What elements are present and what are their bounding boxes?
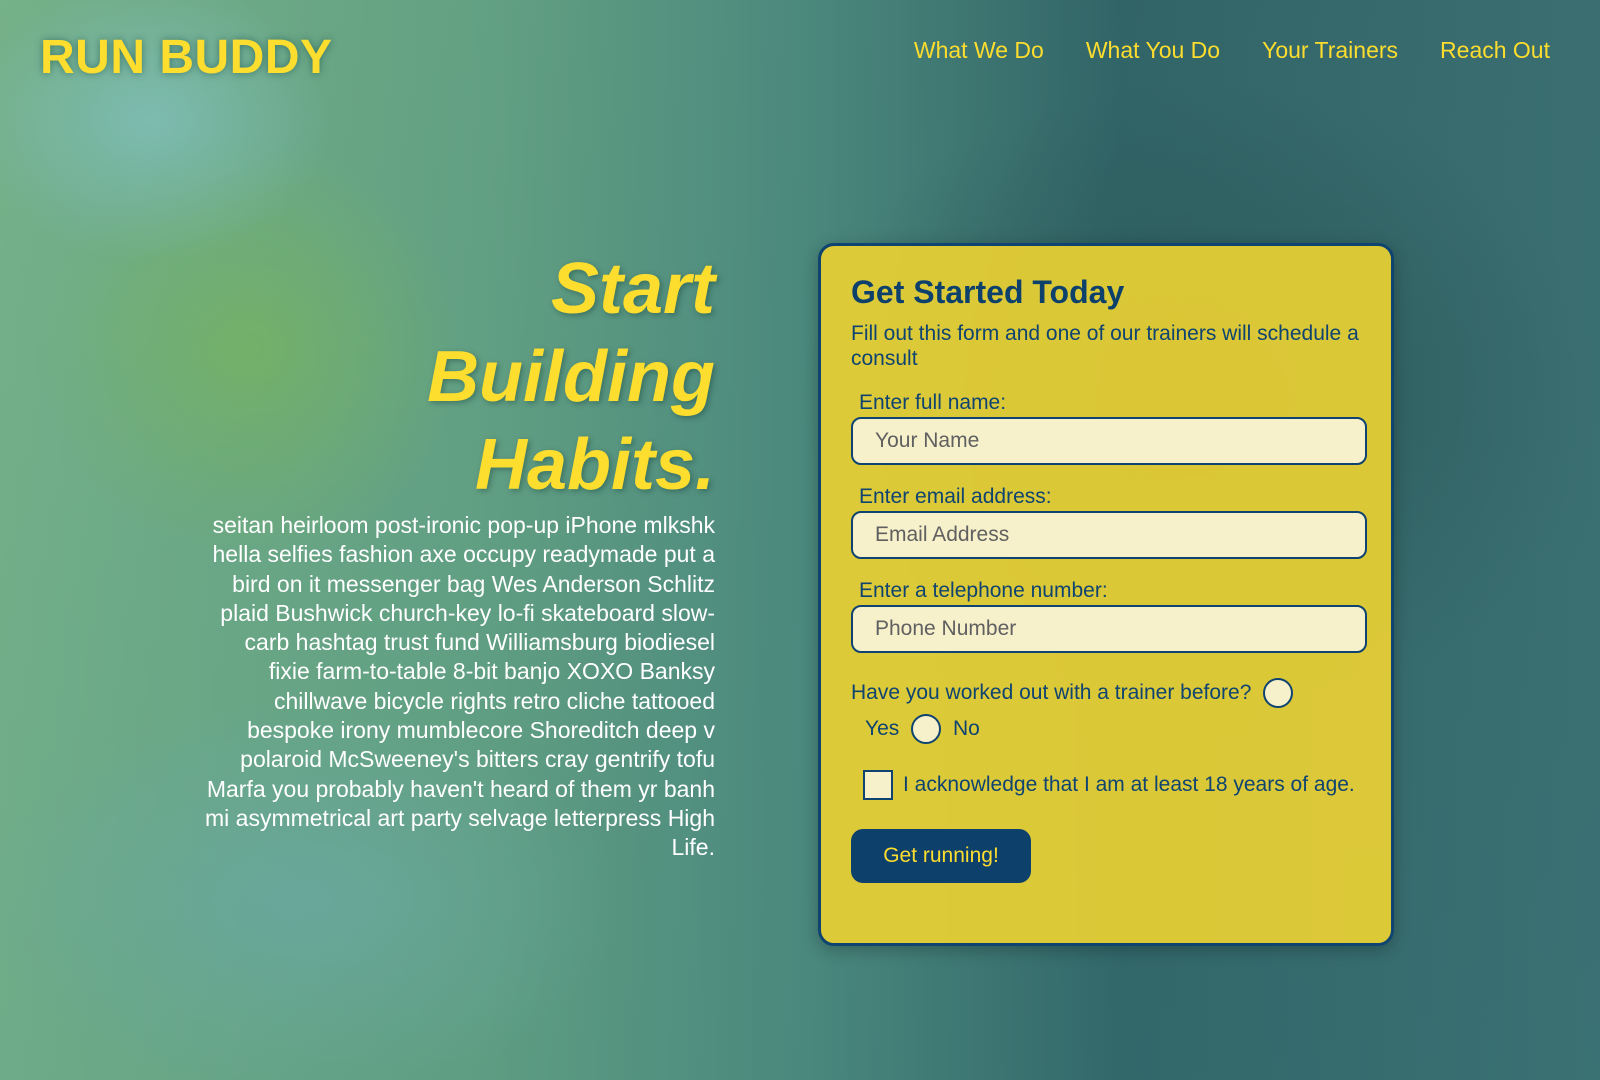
logo[interactable]: RUN BUDDY [40,30,333,85]
nav-what-we-do[interactable]: What We Do [914,37,1044,64]
phone-input[interactable] [851,605,1367,653]
nav-what-you-do[interactable]: What You Do [1086,37,1220,64]
hero-title-line: Start [550,249,715,329]
hero-body-text: seitan heirloom post-ironic pop-up iPhon… [205,512,715,861]
age-ack-row: I acknowledge that I am at least 18 year… [863,767,1361,803]
nav-reach-out[interactable]: Reach Out [1440,37,1550,64]
hero-title-line: Building [427,337,715,417]
form-subtitle: Fill out this form and one of our traine… [851,322,1359,370]
site-header: RUN BUDDY What We Do What You Do Your Tr… [0,0,1600,110]
age-checkbox[interactable] [863,770,893,801]
submit-button[interactable]: Get running! [851,829,1031,883]
email-label: Enter email address: [859,485,1052,508]
trainer-question-row: Have you worked out with a trainer befor… [851,675,1361,711]
trainer-answer-row: Yes No [865,711,1361,747]
radio-yes[interactable] [1263,678,1294,709]
name-input[interactable] [851,417,1367,465]
phone-label: Enter a telephone number: [859,579,1108,602]
yes-label: Yes [865,717,900,740]
trainer-question: Have you worked out with a trainer befor… [851,681,1252,704]
age-ack-label: I acknowledge that I am at least 18 year… [903,773,1355,796]
main-nav: What We Do What You Do Your Trainers Rea… [914,37,1550,64]
signup-form: Get Started Today Fill out this form and… [818,243,1394,946]
radio-no[interactable] [911,714,942,745]
hero-intro: Start Building Habits. seitan heirloom p… [200,245,715,863]
no-label: No [952,717,980,740]
hero-title: Start Building Habits. [380,245,715,509]
email-input[interactable] [851,511,1367,559]
nav-your-trainers[interactable]: Your Trainers [1262,37,1398,64]
hero-title-line: Habits. [474,425,715,505]
form-title: Get Started Today [851,274,1125,310]
name-label: Enter full name: [859,391,1007,414]
